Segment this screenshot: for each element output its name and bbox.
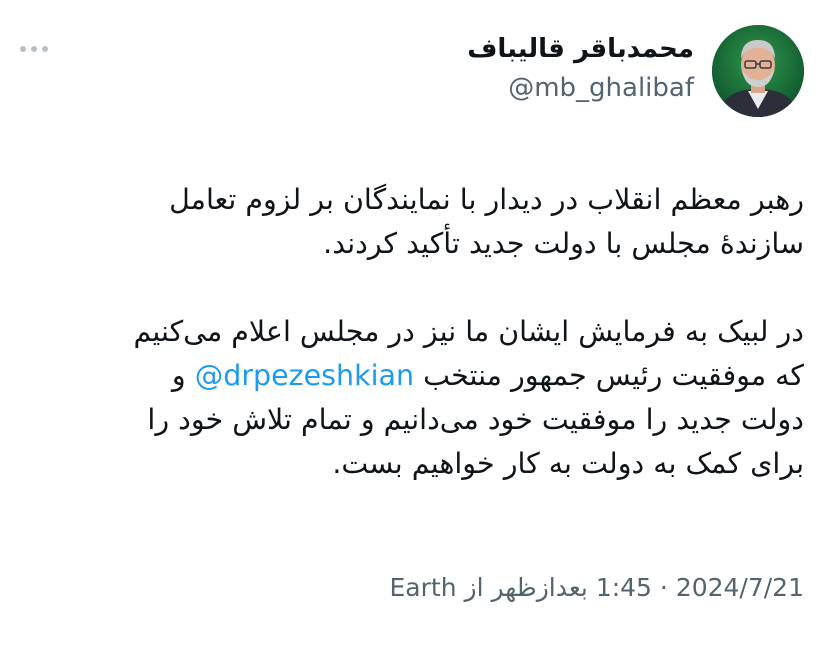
tweet-line: دولت جدید را موفقیت خود می‌دانیم و تمام … xyxy=(147,403,804,436)
mention-link[interactable]: @drpezeshkian xyxy=(195,359,414,392)
tweet-line: برای کمک به دولت به کار خواهیم بست. xyxy=(332,447,804,480)
author-handle[interactable]: @mb_ghalibaf xyxy=(467,68,694,108)
meta-from: از xyxy=(464,573,484,602)
author-name[interactable]: محمدباقر قالیباف xyxy=(467,30,694,68)
paragraph-break xyxy=(24,266,804,310)
author-block: محمدباقر قالیباف @mb_ghalibaf xyxy=(467,30,694,108)
dot xyxy=(42,46,48,52)
meta-separator: · xyxy=(659,573,668,602)
tweet-card: محمدباقر قالیباف @mb_ghalibaf رهبر معظم … xyxy=(0,0,822,665)
tweet-line-with-mention: که موفقیت رئیس جمهور منتخب @drpezeshkian… xyxy=(24,354,804,398)
tweet-line: سازندهٔ مجلس با دولت جدید تأکید کردند. xyxy=(323,227,804,260)
tweet-meta: 2024/7/21 · 1:45 بعدازظهر از Earth xyxy=(390,568,805,608)
tweet-text-segment: که موفقیت رئیس جمهور منتخب xyxy=(423,359,804,392)
dot xyxy=(31,46,37,52)
avatar-image xyxy=(712,25,804,117)
tweet-text-segment: و xyxy=(171,359,186,392)
dot xyxy=(20,46,26,52)
avatar[interactable] xyxy=(712,25,804,117)
tweet-date[interactable]: 2024/7/21 xyxy=(676,573,804,602)
more-options-icon[interactable] xyxy=(20,42,54,56)
tweet-source[interactable]: Earth xyxy=(390,573,457,602)
tweet-time[interactable]: 1:45 بعدازظهر xyxy=(491,573,651,602)
tweet-line: رهبر معظم انقلاب در دیدار با نمایندگان ب… xyxy=(169,183,804,216)
tweet-line: در لبیک به فرمایش ایشان ما نیز در مجلس ا… xyxy=(133,315,804,348)
tweet-text: رهبر معظم انقلاب در دیدار با نمایندگان ب… xyxy=(24,178,804,486)
